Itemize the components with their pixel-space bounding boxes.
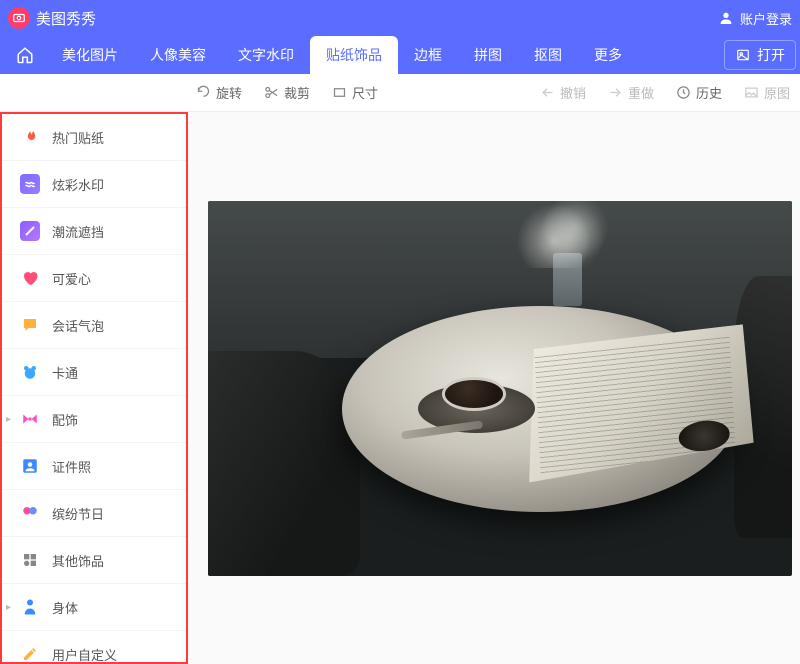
original-tool[interactable]: 原图 (744, 83, 790, 102)
photo-content (208, 201, 792, 576)
undo-tool[interactable]: 撤销 (540, 83, 586, 102)
sidebar-item-label: 其他饰品 (52, 551, 104, 570)
sidebar-item-label: 炫彩水印 (52, 175, 104, 194)
sidebar-item-label: 身体 (52, 598, 78, 617)
original-label: 原图 (764, 83, 790, 102)
heart-icon (20, 268, 40, 288)
sidebar-item-festival[interactable]: 缤纷节日 (2, 490, 186, 537)
login-button[interactable]: 账户登录 (740, 9, 792, 28)
original-icon (744, 85, 759, 100)
sidebar-item-heart[interactable]: 可爱心 (2, 255, 186, 302)
sidebar-item-cartoon[interactable]: 卡通 (2, 349, 186, 396)
pencil-icon (20, 644, 40, 664)
wave-icon (20, 174, 40, 194)
size-label: 尺寸 (352, 83, 378, 102)
user-icon (718, 10, 734, 26)
tab-text[interactable]: 文字水印 (222, 36, 310, 74)
toolbar: 旋转 裁剪 尺寸 撤销 重做 历史 原图 (0, 74, 800, 112)
tab-beautify[interactable]: 美化图片 (46, 36, 134, 74)
sidebar-item-bubble[interactable]: 会话气泡 (2, 302, 186, 349)
app-logo: 美图秀秀 (8, 7, 96, 29)
home-button[interactable] (4, 36, 46, 74)
sticker-sidebar: 热门贴纸 炫彩水印 潮流遮挡 可爱心 会话气泡 卡通 ▸ 配饰 (0, 112, 188, 664)
sidebar-item-label: 缤纷节日 (52, 504, 104, 523)
history-icon (676, 85, 691, 100)
balloons-icon (20, 503, 40, 523)
sidebar-item-label: 潮流遮挡 (52, 222, 104, 241)
sidebar-item-accessory[interactable]: ▸ 配饰 (2, 396, 186, 443)
canvas-area (188, 112, 800, 664)
rotate-label: 旋转 (216, 83, 242, 102)
history-tool[interactable]: 历史 (676, 83, 722, 102)
sidebar-item-trend[interactable]: 潮流遮挡 (2, 208, 186, 255)
expand-arrow-icon: ▸ (6, 414, 11, 425)
crop-tool[interactable]: 裁剪 (264, 83, 310, 102)
redo-icon (608, 85, 623, 100)
crop-label: 裁剪 (284, 83, 310, 102)
grid-icon (20, 550, 40, 570)
slash-icon (20, 221, 40, 241)
rotate-icon (196, 85, 211, 100)
bow-icon (20, 409, 40, 429)
tab-stickers[interactable]: 贴纸饰品 (310, 36, 398, 74)
rotate-tool[interactable]: 旋转 (196, 83, 242, 102)
tab-collage[interactable]: 拼图 (458, 36, 518, 74)
sidebar-item-label: 用户自定义 (52, 645, 117, 664)
tab-more[interactable]: 更多 (578, 36, 638, 74)
main-area: 热门贴纸 炫彩水印 潮流遮挡 可爱心 会话气泡 卡通 ▸ 配饰 (0, 112, 800, 664)
size-icon (332, 85, 347, 100)
sidebar-item-hot[interactable]: 热门贴纸 (2, 114, 186, 161)
redo-label: 重做 (628, 83, 654, 102)
header-right: 账户登录 (718, 9, 792, 28)
sidebar-item-label: 可爱心 (52, 269, 91, 288)
editing-image[interactable] (208, 201, 792, 576)
image-icon (735, 48, 751, 62)
app-name: 美图秀秀 (36, 8, 96, 29)
sidebar-item-label: 会话气泡 (52, 316, 104, 335)
logo-icon (8, 7, 30, 29)
sidebar-item-label: 卡通 (52, 363, 78, 382)
title-bar: 美图秀秀 账户登录 (0, 0, 800, 36)
redo-tool[interactable]: 重做 (608, 83, 654, 102)
bear-icon (20, 362, 40, 382)
person-square-icon (20, 456, 40, 476)
expand-arrow-icon: ▸ (6, 602, 11, 613)
sidebar-item-label: 配饰 (52, 410, 78, 429)
tab-cutout[interactable]: 抠图 (518, 36, 578, 74)
chat-icon (20, 315, 40, 335)
sidebar-item-custom[interactable]: 用户自定义 (2, 631, 186, 664)
sidebar-item-label: 证件照 (52, 457, 91, 476)
scissors-icon (264, 85, 279, 100)
size-tool[interactable]: 尺寸 (332, 83, 378, 102)
undo-icon (540, 85, 555, 100)
sidebar-item-idphoto[interactable]: 证件照 (2, 443, 186, 490)
sidebar-item-watermark[interactable]: 炫彩水印 (2, 161, 186, 208)
sidebar-item-other[interactable]: 其他饰品 (2, 537, 186, 584)
tab-portrait[interactable]: 人像美容 (134, 36, 222, 74)
flame-icon (20, 127, 40, 147)
tab-frame[interactable]: 边框 (398, 36, 458, 74)
open-button[interactable]: 打开 (724, 40, 796, 70)
open-label: 打开 (757, 45, 785, 65)
sidebar-item-body[interactable]: ▸ 身体 (2, 584, 186, 631)
history-label: 历史 (696, 83, 722, 102)
person-icon (20, 597, 40, 617)
sidebar-item-label: 热门贴纸 (52, 128, 104, 147)
main-nav: 美化图片 人像美容 文字水印 贴纸饰品 边框 拼图 抠图 更多 打开 (0, 36, 800, 74)
undo-label: 撤销 (560, 83, 586, 102)
